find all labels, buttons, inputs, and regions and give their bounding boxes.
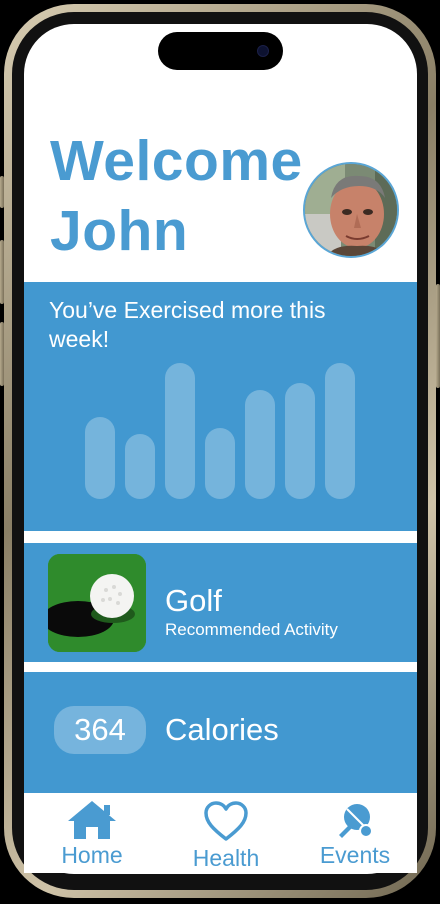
- welcome-heading: Welcome John: [50, 126, 303, 266]
- tab-home-label: Home: [61, 842, 123, 868]
- tab-health-label: Health: [192, 845, 260, 871]
- camera-icon: [257, 45, 269, 57]
- divider: [24, 531, 417, 543]
- exercise-bar: [85, 417, 115, 499]
- exercise-bar: [245, 390, 275, 499]
- ping-pong-icon: [339, 804, 373, 838]
- calories-label: Calories: [165, 712, 279, 747]
- tab-home[interactable]: Home: [37, 793, 147, 873]
- recommended-activity-card[interactable]: Golf Recommended Activity: [24, 543, 417, 662]
- exercise-bar: [205, 428, 235, 499]
- divider: [24, 662, 417, 672]
- dynamic-island: [158, 32, 283, 70]
- side-button: [0, 240, 4, 304]
- calories-card[interactable]: 364 Calories: [24, 672, 417, 793]
- exercise-card[interactable]: You’ve Exercised more this week!: [24, 282, 417, 531]
- avatar-photo: [305, 164, 397, 256]
- exercise-title: You’ve Exercised more this week!: [49, 297, 326, 352]
- avatar[interactable]: [303, 162, 399, 258]
- exercise-bar: [125, 434, 155, 499]
- home-icon: [68, 801, 116, 839]
- side-button: [0, 322, 4, 386]
- exercise-bar: [325, 363, 355, 499]
- activity-subtitle: Recommended Activity: [165, 620, 338, 639]
- heart-icon: [204, 801, 248, 841]
- welcome-text: Welcome: [50, 129, 303, 193]
- tab-health[interactable]: Health: [171, 793, 281, 873]
- golf-ball-image: [48, 554, 146, 652]
- side-button: [0, 176, 4, 208]
- tab-bar: Home Health Events: [24, 793, 417, 873]
- exercise-bar: [285, 383, 315, 499]
- exercise-bar: [165, 363, 195, 499]
- activity-name: Golf: [165, 583, 222, 618]
- tab-events-label: Events: [319, 842, 391, 868]
- side-button: [436, 284, 440, 388]
- user-name: John: [50, 199, 189, 263]
- tab-events[interactable]: Events: [300, 793, 410, 873]
- calories-value: 364: [54, 706, 146, 754]
